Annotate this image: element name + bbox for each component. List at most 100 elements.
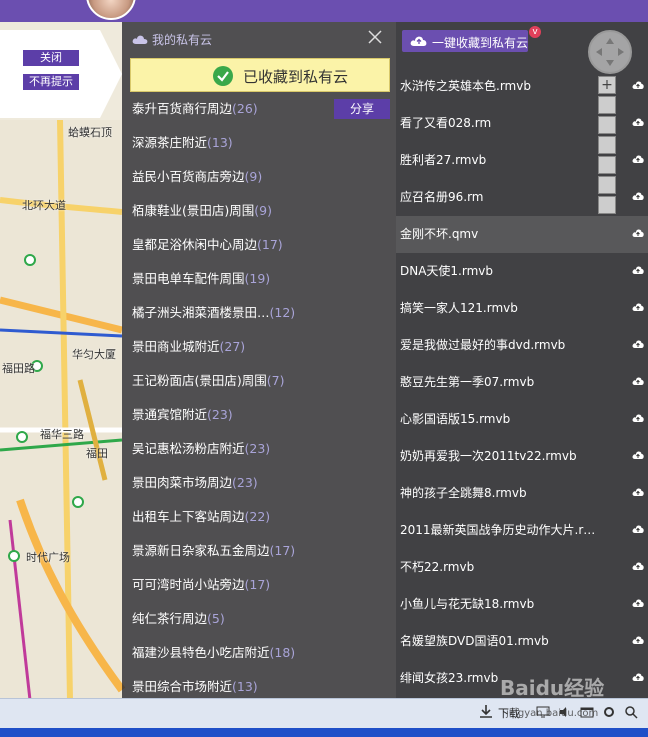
file-name: 胜利者27.rmvb <box>400 153 487 167</box>
place-count: (12) <box>269 305 296 320</box>
file-name: 小鱼儿与花无缺18.rmvb <box>400 597 535 611</box>
map-label: 时代广场 <box>26 551 70 564</box>
place-count: (19) <box>244 271 271 286</box>
close-button[interactable]: 关闭 <box>23 50 79 66</box>
file-item[interactable]: 搞笑一家人121.rmvb <box>396 290 648 327</box>
place-item[interactable]: 景源新日杂家私五金周边(17) <box>122 537 396 571</box>
cloud-upload-icon[interactable] <box>632 376 644 386</box>
download-icon[interactable] <box>478 703 494 719</box>
cloud-upload-icon[interactable] <box>632 302 644 312</box>
cloud-upload-icon[interactable] <box>632 413 644 423</box>
watermark: Baidu经验 <box>500 676 605 700</box>
place-item[interactable]: 深源茶庄附近(13) <box>122 129 396 163</box>
map-pan-control[interactable] <box>588 30 632 74</box>
cloud-upload-icon[interactable] <box>632 339 644 349</box>
file-name: 心影国语版15.rmvb <box>400 412 511 426</box>
place-item[interactable]: 王记粉面店(景田店)周围(7) <box>122 367 396 401</box>
cloud-upload-icon[interactable] <box>632 117 644 127</box>
compass-icon <box>596 38 624 66</box>
file-item[interactable]: 不朽22.rmvb <box>396 549 648 586</box>
place-item[interactable]: 橘子洲头湘菜酒楼景田…(12) <box>122 299 396 333</box>
file-item[interactable]: 小鱼儿与花无缺18.rmvb <box>396 586 648 623</box>
cloud-upload-icon[interactable] <box>632 524 644 534</box>
file-item[interactable]: DNA天使1.rmvb <box>396 253 648 290</box>
place-item[interactable]: 栢康鞋业(景田店)周围(9) <box>122 197 396 231</box>
cloud-upload-icon[interactable] <box>632 228 644 238</box>
zoom-level-3[interactable] <box>598 136 616 154</box>
cloud-upload-icon[interactable] <box>632 672 644 682</box>
file-item[interactable]: 奶奶再爱我一次2011tv22.rmvb <box>396 438 648 475</box>
map-label: 蛤蟆石顶 <box>68 126 112 139</box>
place-name: 吴记惠松汤粉店附近 <box>132 441 245 456</box>
place-count: (22) <box>244 509 271 524</box>
place-count: (23) <box>207 407 233 422</box>
settings-icon[interactable] <box>602 705 616 719</box>
place-name: 益民小百货商店旁边 <box>132 169 245 184</box>
search-icon[interactable] <box>624 705 638 719</box>
place-count: (17) <box>257 237 283 252</box>
zoom-level-2[interactable] <box>598 116 616 134</box>
place-name: 景通宾馆附近 <box>132 407 208 422</box>
place-item[interactable]: 景田商业城附近(27) <box>122 333 396 367</box>
file-name: 金刚不坏.qmv <box>400 227 479 241</box>
place-count: (17) <box>244 577 271 592</box>
cloud-upload-icon[interactable] <box>632 154 644 164</box>
place-count: (7) <box>266 373 285 388</box>
file-name: 奶奶再爱我一次2011tv22.rmvb <box>400 449 577 463</box>
place-item[interactable]: 出租车上下客站周边(22) <box>122 503 396 537</box>
cloud-upload-icon[interactable] <box>632 191 644 201</box>
place-item[interactable]: 福建沙县特色小吃店附近(18) <box>122 639 396 673</box>
zoom-level-4[interactable] <box>598 156 616 174</box>
file-item[interactable]: 爱是我做过最好的事dvd.rmvb <box>396 327 648 364</box>
file-item[interactable]: 神的孩子全跳舞8.rmvb <box>396 475 648 512</box>
place-count: (13) <box>232 679 258 694</box>
cloud-upload-icon[interactable] <box>632 80 644 90</box>
place-count: (27) <box>219 339 246 354</box>
place-name: 景田商业城附近 <box>132 339 220 354</box>
map-label: 福田路 <box>2 362 35 375</box>
cloud-upload-icon <box>410 36 427 46</box>
zoom-level-1[interactable] <box>598 96 616 114</box>
file-item[interactable]: 名媛望族DVD国语01.rmvb <box>396 623 648 660</box>
file-item[interactable]: 心影国语版15.rmvb <box>396 401 648 438</box>
place-count: (9) <box>254 203 272 218</box>
place-name: 福建沙县特色小吃店附近 <box>132 645 270 660</box>
place-item[interactable]: 景田电单车配件周围(19) <box>122 265 396 299</box>
cloud-upload-icon[interactable] <box>632 450 644 460</box>
place-count: (23) <box>244 441 271 456</box>
map-label: 华匀大厦 <box>72 348 116 361</box>
file-item[interactable]: 憨豆先生第一季07.rmvb <box>396 364 648 401</box>
left-popup: 关闭 不再提示 <box>0 30 122 118</box>
place-item[interactable]: 景通宾馆附近(23) <box>122 401 396 435</box>
file-item[interactable]: 2011最新英国战争历史动作大片.r… <box>396 512 648 549</box>
place-item[interactable]: 纯仁茶行周边(5) <box>122 605 396 639</box>
collect-all-button[interactable]: 一键收藏到私有云 <box>402 30 528 52</box>
place-count: (13) <box>207 135 233 150</box>
place-name: 王记粉面店(景田店)周围 <box>132 373 267 388</box>
place-name: 栢康鞋业(景田店)周围 <box>132 203 255 218</box>
file-name: 水浒传之英雄本色.rmvb <box>400 79 531 93</box>
close-icon[interactable] <box>366 28 384 46</box>
place-item[interactable]: 泰升百货商行周边(26) <box>122 95 396 129</box>
place-name: 深源茶庄附近 <box>132 135 208 150</box>
file-name: DNA天使1.rmvb <box>400 264 494 278</box>
zoom-level-6[interactable] <box>598 196 616 214</box>
place-item[interactable]: 皇都足浴休闲中心周边(17) <box>122 231 396 265</box>
cloud-upload-icon[interactable] <box>632 635 644 645</box>
cloud-upload-icon[interactable] <box>632 487 644 497</box>
place-item[interactable]: 可可湾时尚小站旁边(17) <box>122 571 396 605</box>
cloud-upload-icon[interactable] <box>632 598 644 608</box>
zoom-level-5[interactable] <box>598 176 616 194</box>
no-remind-button[interactable]: 不再提示 <box>23 74 79 90</box>
place-count: (26) <box>232 101 258 116</box>
cloud-upload-icon[interactable] <box>632 561 644 571</box>
place-item[interactable]: 益民小百货商店旁边(9) <box>122 163 396 197</box>
zoom-in-button[interactable]: + <box>598 76 616 94</box>
place-name: 泰升百货商行周边 <box>132 101 233 116</box>
cloud-upload-icon[interactable] <box>632 265 644 275</box>
place-item[interactable]: 景田肉菜市场周边(23) <box>122 469 396 503</box>
place-item[interactable]: 吴记惠松汤粉店附近(23) <box>122 435 396 469</box>
file-name: 爱是我做过最好的事dvd.rmvb <box>400 338 566 352</box>
file-item[interactable]: 金刚不坏.qmv <box>396 216 648 253</box>
panel-title: 我的私有云 <box>152 33 213 47</box>
